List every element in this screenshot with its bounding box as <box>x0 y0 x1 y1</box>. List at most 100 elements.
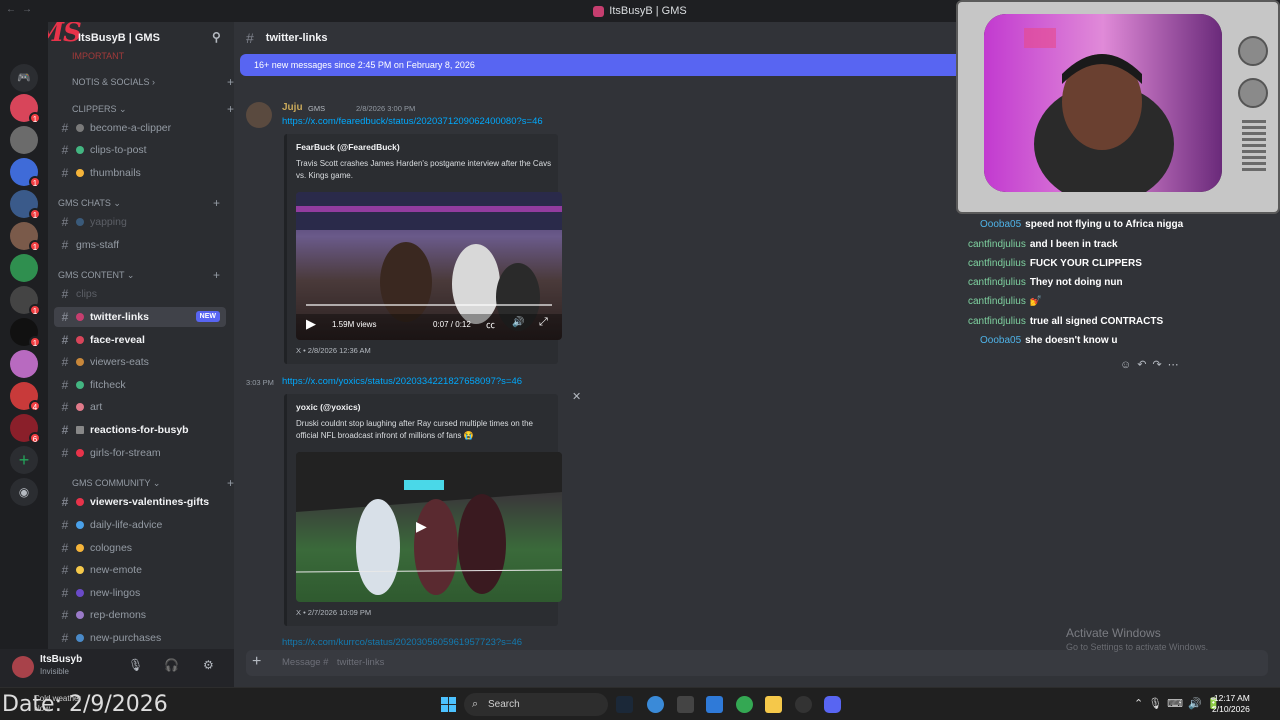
category-notis-socials[interactable]: NOTIS & SOCIALS › + <box>72 75 234 89</box>
message-link[interactable]: https://x.com/yoxics/status/202033422182… <box>282 376 522 387</box>
server-icon[interactable]: 1 <box>10 158 41 188</box>
category-gms-chats[interactable]: GMS CHATS ⌄ + <box>58 196 220 210</box>
category-gms-content[interactable]: GMS CONTENT ⌄ + <box>58 268 220 282</box>
plus-icon[interactable]: + <box>252 653 261 671</box>
channel-fitcheck[interactable]: # fitcheck <box>54 375 226 395</box>
fullscreen-icon[interactable]: ⤢ <box>539 316 548 329</box>
channel-clips[interactable]: # clips <box>54 284 226 304</box>
server-icon[interactable]: 1 <box>10 190 41 220</box>
channel-gms-staff[interactable]: # gms-staff <box>54 235 226 255</box>
video-frame <box>296 452 562 595</box>
server-icon-controller[interactable]: 🎮 <box>10 64 38 92</box>
channel-face-reveal[interactable]: # face-reveal <box>54 330 226 350</box>
chat-message: Oooba05 speed not flying u to Africa nigg… <box>980 219 1184 230</box>
date-overlay: Date: 2/9/2026 <box>2 692 168 717</box>
server-icon[interactable]: 1 <box>10 222 41 252</box>
app-window: ←→ ItsBusyB | GMS 🎮 1 1 1 1 1 1 4 6 + ◉ … <box>0 0 1280 720</box>
discover-icon[interactable]: ◉ <box>10 478 38 506</box>
channel-new-purchases[interactable]: # new-purchases <box>54 628 226 648</box>
category-important[interactable]: IMPORTANT <box>72 51 124 61</box>
server-logo: GMS <box>48 22 82 48</box>
channel-art[interactable]: # art <box>54 397 226 417</box>
channel-viewers-valentines-gifts[interactable]: # viewers-valentines-gifts <box>54 492 226 512</box>
chat-message: cantfindjulius and I been in track <box>968 239 1118 250</box>
webcam-overlay <box>956 0 1280 214</box>
steam-icon[interactable] <box>616 696 633 713</box>
discord-icon[interactable] <box>824 696 841 713</box>
add-server-icon[interactable]: + <box>10 446 38 474</box>
message-timestamp: 2/8/2026 3:00 PM <box>356 104 416 113</box>
channel-become-a-clipper[interactable]: # become-a-clipper <box>54 118 226 138</box>
user-status: Invisible <box>40 667 69 676</box>
app-icon[interactable] <box>706 696 723 713</box>
server-rail: 🎮 1 1 1 1 1 1 4 6 + ◉ <box>0 22 48 649</box>
channel-new-lingos[interactable]: # new-lingos <box>54 583 226 603</box>
taskbar-search[interactable]: ⌕ Search <box>464 693 608 716</box>
microphone-icon[interactable]: 🎙 <box>128 658 143 672</box>
app-icon[interactable] <box>795 696 812 713</box>
taskbar-clock[interactable]: 12:17 AM 2/10/2026 <box>1212 693 1250 715</box>
captions-icon[interactable]: ㏄ <box>486 318 495 331</box>
gear-icon[interactable]: ⚙ <box>203 658 214 672</box>
server-icon[interactable]: 6 <box>10 414 41 444</box>
channel-title: twitter-links <box>265 32 328 44</box>
channel-reactions-for-busyb[interactable]: # reactions-for-busyb <box>54 420 226 440</box>
hash-icon: # <box>246 30 254 46</box>
server-icon[interactable]: 1 <box>10 94 41 124</box>
channel-yapping[interactable]: # yapping <box>54 212 226 232</box>
add-friend-icon[interactable]: ⚲ <box>212 30 226 44</box>
embed-description: Druski couldnt stop laughing after Ray c… <box>296 419 534 440</box>
server-icon[interactable]: 1 <box>10 286 41 316</box>
play-icon[interactable]: ▶ <box>416 518 427 535</box>
channel-girls-for-stream[interactable]: # girls-for-stream <box>54 443 226 463</box>
activate-windows-subtitle: Go to Settings to activate Windows. <box>1066 642 1209 652</box>
server-icon[interactable]: 1 <box>10 318 41 348</box>
link-embed: yoxic (@yoxics) Druski couldnt stop laug… <box>284 394 562 626</box>
message-link[interactable]: https://x.com/fearedbuck/status/20203712… <box>282 116 543 127</box>
close-icon[interactable]: ✕ <box>572 390 581 403</box>
server-header[interactable]: GMS ItsBusyB | GMS ⚲ <box>48 22 234 54</box>
server-icon[interactable] <box>10 254 38 282</box>
server-icon[interactable] <box>10 126 38 154</box>
category-clippers[interactable]: CLIPPERS ⌄ + <box>72 102 234 116</box>
channel-viewers-eats[interactable]: # viewers-eats <box>54 352 226 372</box>
channel-colognes[interactable]: # colognes <box>54 538 226 558</box>
server-icon[interactable]: 4 <box>10 382 41 412</box>
channel-daily-life-advice[interactable]: # daily-life-advice <box>54 515 226 535</box>
message-link[interactable]: https://x.com/kurrco/status/202030560596… <box>282 637 522 648</box>
embed-description: Travis Scott crashes James Harden's post… <box>296 159 552 180</box>
embed-video[interactable]: ▶ 1.59M views 0:07 / 0:12 ㏄ 🔊 ⤢ <box>296 192 562 340</box>
channel-new-emote[interactable]: # new-emote <box>54 560 226 580</box>
app-icon[interactable] <box>647 696 664 713</box>
embed-author[interactable]: yoxic (@yoxics) <box>296 402 361 412</box>
channel-clips-to-post[interactable]: # clips-to-post <box>54 140 226 160</box>
channel-thumbnails[interactable]: # thumbnails <box>54 163 226 183</box>
play-icon[interactable]: ▶ <box>306 316 316 332</box>
category-gms-community[interactable]: GMS COMMUNITY ⌄ + <box>72 476 234 490</box>
weather-widget[interactable]: Cold weather Now <box>34 694 81 714</box>
embed-footer: X • 2/7/2026 10:09 PM <box>296 608 372 617</box>
message-author[interactable]: Juju <box>282 102 303 113</box>
new-messages-bar[interactable]: 16+ new messages since 2:45 PM on Februa… <box>240 54 956 76</box>
windows-start-icon[interactable] <box>441 697 456 712</box>
app-icon[interactable] <box>677 696 694 713</box>
message-composer[interactable]: + Message # twitter-links <box>246 650 1268 676</box>
avatar[interactable] <box>246 102 272 128</box>
channel-rep-demons[interactable]: # rep-demons <box>54 605 226 625</box>
message-toolbar[interactable]: ☺↶↷⋯ <box>1120 358 1185 371</box>
channel-twitter-links[interactable]: # twitter-links NEW <box>54 307 226 327</box>
chrome-icon[interactable] <box>736 696 753 713</box>
embed-author[interactable]: FearBuck (@FearedBuck) <box>296 142 400 152</box>
volume-icon[interactable]: 🔊 <box>512 317 524 328</box>
headphones-icon[interactable]: 🎧 <box>164 658 179 672</box>
chat-message: Oooba05 she doesn't know u <box>980 335 1118 346</box>
activate-windows-title: Activate Windows <box>1066 626 1161 640</box>
file-explorer-icon[interactable] <box>765 696 782 713</box>
search-icon: ⌕ <box>472 698 479 710</box>
nav-arrows[interactable]: ←→ <box>6 4 38 15</box>
embed-video[interactable]: ▶ <box>296 452 562 602</box>
tv-speaker-grille <box>1242 120 1266 172</box>
server-icon[interactable] <box>10 350 38 378</box>
avatar[interactable] <box>12 656 34 678</box>
message-input[interactable]: Message # twitter-links <box>282 657 384 668</box>
